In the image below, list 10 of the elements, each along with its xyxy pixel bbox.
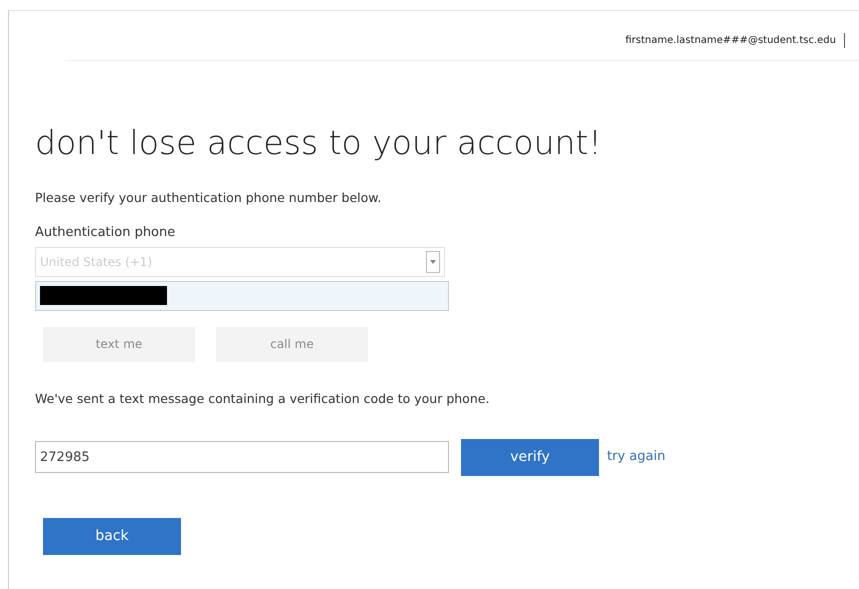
back-button[interactable]: back: [43, 518, 181, 555]
phone-label: Authentication phone: [35, 224, 176, 242]
verify-button[interactable]: verify: [461, 438, 599, 476]
try-again-link[interactable]: try again: [607, 447, 666, 467]
code-field[interactable]: 272985: [35, 441, 449, 474]
page-title: don't lose access to your account!: [35, 123, 603, 163]
phone-field[interactable]: [35, 280, 449, 311]
instruction-text: Please verify your authentication phone number below.: [35, 188, 382, 207]
account-name[interactable]: firstname.lastname###@student.tsc.edu: [625, 33, 845, 48]
message-text: We've sent a text message containing a verification code to your phone.: [35, 390, 490, 408]
